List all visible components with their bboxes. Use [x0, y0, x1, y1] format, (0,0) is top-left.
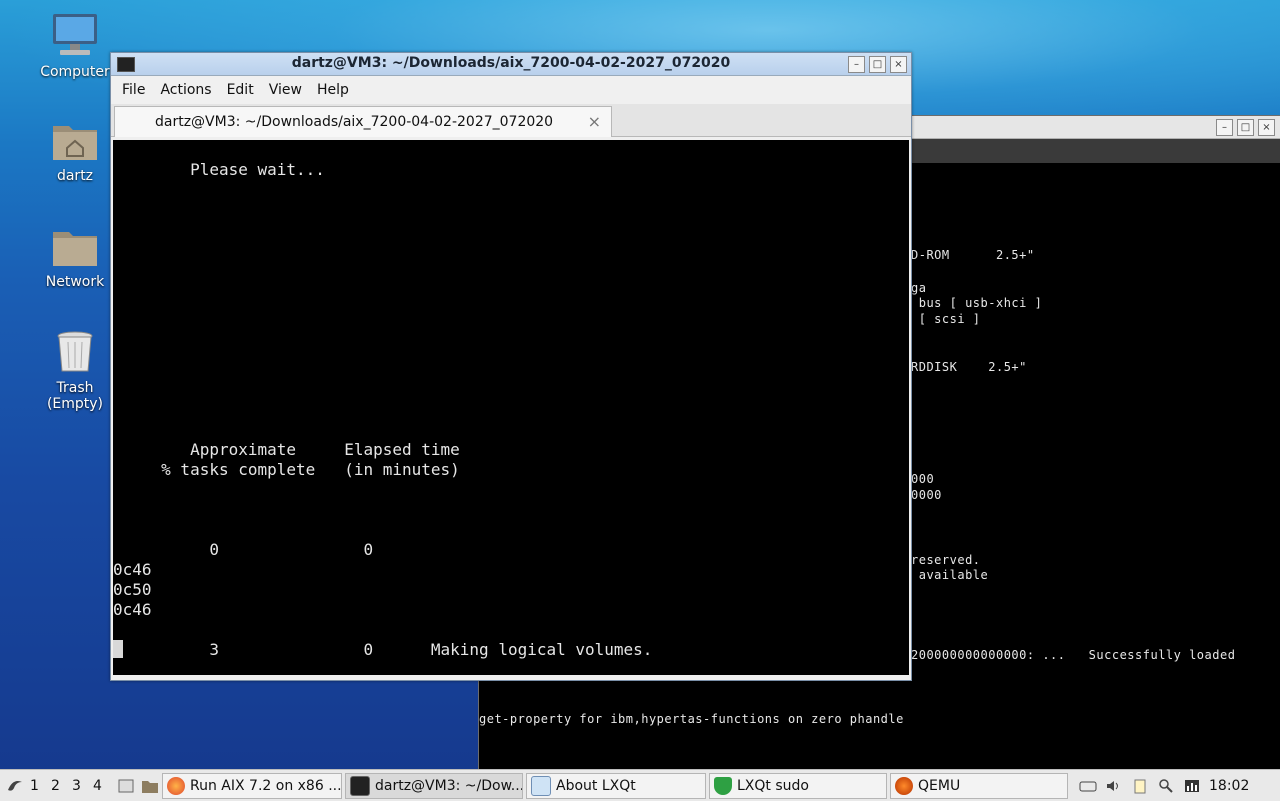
- desktop-icon-computer[interactable]: Computer: [27, 12, 123, 80]
- desktop-icon-label: Network: [45, 274, 105, 290]
- terminal-window[interactable]: dartz@VM3: ~/Downloads/aix_7200-04-02-20…: [110, 52, 912, 681]
- qemu-console-line: 000: [911, 472, 935, 486]
- qemu-console-line: D-ROM 2.5+": [911, 248, 1035, 262]
- terminal-line: 3 0 Making logical volumes.: [113, 640, 653, 659]
- desktop-switch-2[interactable]: 2: [51, 773, 72, 799]
- firefox-icon: [167, 776, 185, 795]
- file-manager-launcher[interactable]: [138, 773, 162, 799]
- terminal-line: 0c50: [113, 580, 152, 599]
- desktop-switch-1[interactable]: 1: [30, 773, 51, 799]
- show-desktop-button[interactable]: [114, 773, 138, 799]
- terminal-line: % tasks complete (in minutes): [113, 460, 460, 479]
- qemu-console-line: bus [ usb-xhci ]: [911, 296, 1043, 310]
- terminal-line: 0c46: [113, 600, 152, 619]
- system-tray: 18:02: [1075, 773, 1253, 799]
- taskbar: 1 2 3 4 Run AIX 7.2 on x86 ... dartz@VM3…: [0, 769, 1280, 801]
- taskbar-task-terminal[interactable]: dartz@VM3: ~/Dow...: [345, 772, 523, 799]
- desktop-switch-4[interactable]: 4: [93, 773, 114, 799]
- terminal-line: Please wait...: [113, 160, 325, 179]
- taskbar-task-about-lxqt[interactable]: About LXQt: [526, 772, 706, 799]
- desktop-icon-home[interactable]: dartz: [27, 118, 123, 184]
- terminal-icon: [350, 775, 370, 796]
- system-monitor-icon[interactable]: [1183, 777, 1201, 795]
- menu-file[interactable]: File: [115, 82, 153, 98]
- terminal-output[interactable]: Please wait... Approximate Elapsed time …: [113, 140, 909, 675]
- start-menu-button[interactable]: [0, 773, 30, 799]
- window-title: dartz@VM3: ~/Downloads/aix_7200-04-02-20…: [291, 55, 731, 71]
- clipboard-icon[interactable]: [1131, 777, 1149, 795]
- minimize-button[interactable]: –: [1216, 119, 1233, 136]
- desktop-icon-label: Computer: [40, 64, 110, 80]
- qemu-console-line: get-property for ibm,hypertas-functions …: [479, 712, 904, 726]
- menu-actions[interactable]: Actions: [153, 82, 219, 98]
- tab-bar: dartz@VM3: ~/Downloads/aix_7200-04-02-20…: [111, 104, 911, 137]
- trash-icon: [57, 331, 93, 372]
- keyboard-icon[interactable]: [1079, 777, 1097, 795]
- close-button[interactable]: ×: [890, 56, 907, 73]
- qemu-console-line: RDDISK 2.5+": [911, 360, 1027, 374]
- search-icon[interactable]: [1157, 777, 1175, 795]
- terminal-line: 0c46: [113, 560, 152, 579]
- taskbar-task-qemu[interactable]: QEMU: [890, 772, 1068, 799]
- computer-icon: [53, 14, 97, 55]
- lxqt-icon: [531, 775, 551, 796]
- task-label: QEMU: [918, 777, 961, 794]
- clock[interactable]: 18:02: [1209, 778, 1249, 794]
- maximize-button[interactable]: □: [869, 56, 886, 73]
- volume-icon[interactable]: [1105, 777, 1123, 795]
- desktop-icon-label: dartz: [56, 168, 94, 184]
- close-tab-icon[interactable]: ×: [588, 112, 601, 131]
- network-folder-icon: [53, 232, 97, 266]
- menubar: File Actions Edit View Help: [111, 76, 911, 104]
- qemu-icon: [895, 776, 913, 795]
- menu-edit[interactable]: Edit: [220, 82, 262, 98]
- lxqt-menu-icon: [8, 780, 22, 791]
- menu-view[interactable]: View: [262, 82, 310, 98]
- desktop-icon-network[interactable]: Network: [27, 224, 123, 290]
- qemu-console-line: 0000: [911, 488, 942, 502]
- shield-icon: [714, 776, 732, 795]
- terminal-cursor: [113, 640, 123, 658]
- task-label: LXQt sudo: [737, 777, 809, 794]
- taskbar-task-lxqt-sudo[interactable]: LXQt sudo: [709, 772, 887, 799]
- desktop-icon-label: Trash (Empty): [46, 380, 104, 412]
- desktop-icon-trash[interactable]: Trash (Empty): [27, 328, 123, 412]
- task-label: dartz@VM3: ~/Dow...: [375, 777, 523, 794]
- terminal-line: Approximate Elapsed time: [113, 440, 460, 459]
- taskbar-task-firefox[interactable]: Run AIX 7.2 on x86 ...: [162, 772, 342, 799]
- qemu-console-line: 200000000000000: ... Successfully loaded: [911, 648, 1236, 662]
- show-desktop-icon: [118, 779, 134, 792]
- folder-icon: [142, 780, 158, 793]
- task-label: Run AIX 7.2 on x86 ...: [190, 777, 342, 794]
- terminal-titlebar[interactable]: dartz@VM3: ~/Downloads/aix_7200-04-02-20…: [111, 53, 911, 76]
- maximize-button[interactable]: □: [1237, 119, 1254, 136]
- qemu-console-line: [ scsi ]: [911, 312, 981, 326]
- qemu-console-line: reserved.: [911, 553, 981, 567]
- tab-terminal[interactable]: dartz@VM3: ~/Downloads/aix_7200-04-02-20…: [114, 106, 612, 137]
- menu-help[interactable]: Help: [310, 82, 357, 98]
- tab-label: dartz@VM3: ~/Downloads/aix_7200-04-02-20…: [155, 114, 554, 130]
- desktop-switch-3[interactable]: 3: [72, 773, 93, 799]
- home-folder-icon: [53, 126, 97, 160]
- qemu-console-line: ga: [911, 281, 927, 295]
- task-label: About LXQt: [556, 777, 636, 794]
- terminal-line: 0 0: [113, 540, 374, 559]
- qemu-console-line: available: [911, 568, 989, 582]
- minimize-button[interactable]: –: [848, 56, 865, 73]
- close-button[interactable]: ×: [1258, 119, 1275, 136]
